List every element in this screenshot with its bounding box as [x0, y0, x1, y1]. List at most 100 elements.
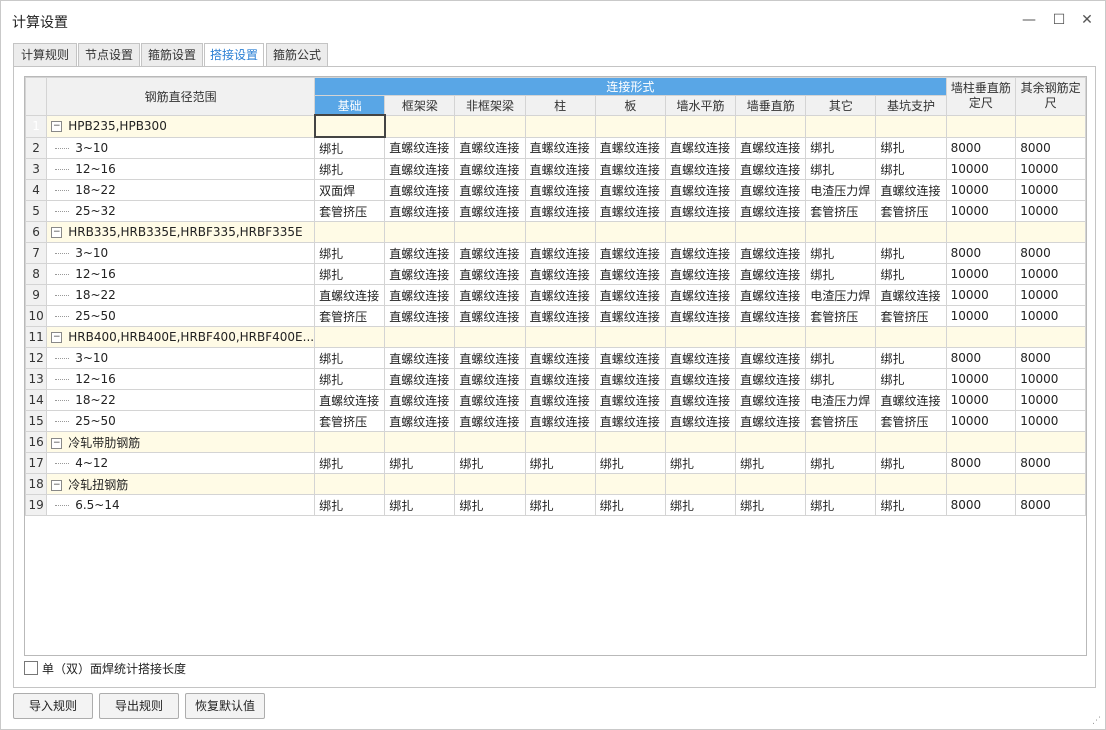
connection-cell[interactable]: 套管挤压 [314, 410, 386, 432]
connection-cell[interactable]: 直螺纹连接 [384, 263, 456, 285]
connection-cell[interactable]: 8000 [945, 347, 1017, 369]
connection-cell[interactable]: 绑扎 [875, 347, 947, 369]
connection-cell[interactable]: 直螺纹连接 [524, 263, 596, 285]
range-cell[interactable]: − 冷轧扭钢筋 [46, 473, 316, 495]
connection-cell[interactable]: 直螺纹连接 [454, 284, 526, 306]
connection-cell[interactable]: 直螺纹连接 [735, 284, 807, 306]
connection-cell[interactable]: 绑扎 [524, 452, 596, 474]
connection-cell[interactable] [454, 473, 526, 495]
connection-cell[interactable]: 绑扎 [735, 452, 807, 474]
connection-cell[interactable]: 直螺纹连接 [524, 158, 596, 180]
connection-cell[interactable]: 绑扎 [735, 494, 807, 516]
connection-cell[interactable]: 直螺纹连接 [314, 284, 386, 306]
tab-calc-rules[interactable]: 计算规则 [13, 43, 77, 67]
connection-cell[interactable]: 直螺纹连接 [664, 347, 737, 369]
connection-cell[interactable]: 直螺纹连接 [594, 410, 666, 432]
connection-cell[interactable]: 直螺纹连接 [594, 284, 666, 306]
range-cell[interactable]: 12~16 [46, 158, 316, 180]
connection-cell[interactable]: 直螺纹连接 [314, 389, 386, 411]
connection-cell[interactable]: 绑扎 [875, 452, 947, 474]
connection-cell[interactable]: 直螺纹连接 [594, 242, 666, 264]
group-row[interactable]: 16− 冷轧带肋钢筋 [25, 431, 1086, 453]
table-row[interactable]: 7 3~10 绑扎 直螺纹连接 直螺纹连接 直螺纹连接 直螺纹连接 直螺纹连接 直螺纹连接 绑扎绑… [25, 242, 1086, 264]
connection-cell[interactable]: 直螺纹连接 [735, 305, 807, 327]
connection-cell[interactable]: 绑扎 [805, 347, 877, 369]
connection-cell[interactable]: 直螺纹连接 [384, 136, 456, 159]
connection-cell[interactable] [384, 431, 456, 453]
connection-cell[interactable]: 直螺纹连接 [735, 389, 807, 411]
connection-cell[interactable]: 直螺纹连接 [454, 410, 526, 432]
connection-cell[interactable]: 绑扎 [454, 452, 526, 474]
connection-cell[interactable]: 直螺纹连接 [524, 284, 596, 306]
connection-cell[interactable]: 套管挤压 [805, 305, 877, 327]
connection-cell[interactable]: 绑扎 [875, 368, 947, 390]
connection-cell[interactable]: 电渣压力焊 [805, 179, 877, 201]
range-cell[interactable]: 4~12 [46, 452, 316, 474]
collapse-icon[interactable]: − [51, 332, 63, 343]
connection-cell[interactable]: 直螺纹连接 [875, 284, 947, 306]
connection-cell[interactable] [735, 431, 807, 453]
connection-cell[interactable]: 直螺纹连接 [454, 158, 526, 180]
connection-cell[interactable] [454, 221, 526, 243]
connection-cell[interactable] [594, 473, 666, 495]
connection-cell[interactable]: 10000 [1015, 410, 1086, 432]
connection-cell[interactable] [594, 114, 666, 138]
connection-cell[interactable]: 直螺纹连接 [384, 158, 456, 180]
connection-cell[interactable]: 套管挤压 [875, 200, 947, 222]
connection-cell[interactable]: 直螺纹连接 [594, 347, 666, 369]
connection-cell[interactable]: 10000 [1015, 263, 1086, 285]
connection-cell[interactable]: 直螺纹连接 [664, 305, 737, 327]
connection-cell[interactable] [664, 114, 737, 138]
connection-cell[interactable]: 直螺纹连接 [384, 200, 456, 222]
table-row[interactable]: 13 12~16 绑扎 直螺纹连接 直螺纹连接 直螺纹连接 直螺纹连接 直螺纹连接 直螺纹连接绑… [25, 368, 1086, 390]
connection-cell[interactable]: 10000 [945, 368, 1017, 390]
connection-cell[interactable] [735, 473, 807, 495]
connection-cell[interactable]: 10000 [1015, 389, 1086, 411]
connection-cell[interactable]: 直螺纹连接 [735, 368, 807, 390]
connection-cell[interactable]: 10000 [945, 263, 1017, 285]
connection-cell[interactable] [384, 326, 456, 348]
connection-cell[interactable]: 直螺纹连接 [454, 305, 526, 327]
connection-cell[interactable]: 8000 [1015, 494, 1086, 516]
connection-cell[interactable]: 绑扎 [875, 136, 947, 159]
connection-cell[interactable] [454, 114, 526, 138]
group-row[interactable]: 6− HRB335,HRB335E,HRBF335,HRBF335E [25, 221, 1086, 243]
connection-cell[interactable] [805, 326, 877, 348]
tab-stirrup-formula[interactable]: 箍筋公式 [266, 43, 328, 67]
connection-cell[interactable] [664, 221, 737, 243]
group-row[interactable]: 11− HRB400,HRB400E,HRBF400,HRBF400E... [25, 326, 1086, 348]
connection-cell[interactable] [1015, 221, 1086, 243]
connection-cell[interactable]: 直螺纹连接 [524, 368, 596, 390]
connection-cell[interactable] [664, 431, 737, 453]
range-cell[interactable]: 25~50 [46, 305, 316, 327]
table-row[interactable]: 3 12~16 绑扎 直螺纹连接 直螺纹连接 直螺纹连接 直螺纹连接 直螺纹连接 直螺纹连接 绑扎… [25, 158, 1086, 180]
connection-cell[interactable]: 直螺纹连接 [384, 347, 456, 369]
connection-cell[interactable]: 绑扎 [875, 242, 947, 264]
connection-cell[interactable]: 绑扎 [314, 263, 386, 285]
connection-cell[interactable]: 绑扎 [314, 242, 386, 264]
connection-cell[interactable]: 10000 [945, 200, 1017, 222]
tab-lap-settings[interactable]: 搭接设置 [204, 43, 264, 68]
connection-cell[interactable] [875, 473, 947, 495]
range-cell[interactable]: − HRB400,HRB400E,HRBF400,HRBF400E... [46, 326, 316, 348]
connection-cell[interactable]: 直螺纹连接 [664, 200, 737, 222]
connection-cell[interactable] [313, 114, 386, 138]
connection-cell[interactable]: 10000 [945, 158, 1017, 180]
connection-cell[interactable]: 直螺纹连接 [664, 284, 737, 306]
connection-cell[interactable]: 直螺纹连接 [384, 179, 456, 201]
connection-cell[interactable]: 直螺纹连接 [664, 263, 737, 285]
connection-cell[interactable]: 直螺纹连接 [594, 158, 666, 180]
connection-cell[interactable] [314, 326, 386, 348]
connection-cell[interactable]: 直螺纹连接 [735, 136, 807, 159]
range-cell[interactable]: 25~32 [46, 200, 316, 222]
table-row[interactable]: 2 3~10 绑扎 直螺纹连接 直螺纹连接 直螺纹连接 直螺纹连接 直螺纹连接 直螺纹连接 绑扎绑… [25, 136, 1086, 159]
connection-cell[interactable]: 绑扎 [664, 452, 737, 474]
connection-cell[interactable]: 10000 [945, 389, 1017, 411]
connection-cell[interactable]: 直螺纹连接 [875, 389, 947, 411]
connection-cell[interactable]: 直螺纹连接 [664, 389, 737, 411]
connection-cell[interactable]: 直螺纹连接 [735, 242, 807, 264]
connection-cell[interactable]: 套管挤压 [875, 305, 947, 327]
connection-cell[interactable] [805, 221, 877, 243]
connection-cell[interactable]: 绑扎 [805, 368, 877, 390]
connection-cell[interactable]: 绑扎 [384, 494, 456, 516]
